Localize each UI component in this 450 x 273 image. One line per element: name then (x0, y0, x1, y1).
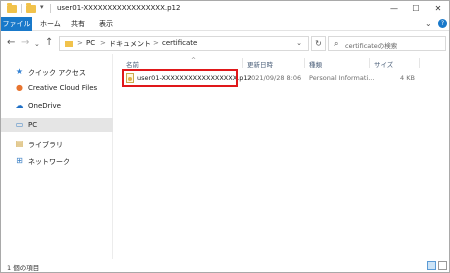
window-title: user01-XXXXXXXXXXXXXXXXX.p12 (57, 4, 181, 12)
up-button[interactable]: ↑ (45, 37, 53, 49)
status-bar: 1 個の項目 (1, 259, 449, 272)
navigation-bar: ← → ⌄ ↑ > PC > ドキュメント > certificate ⌄ ↻ … (1, 32, 449, 54)
item-count: 1 個の項目 (7, 264, 40, 272)
folder-app-icon[interactable] (7, 3, 17, 13)
title-separator (21, 4, 22, 13)
address-folder-icon (65, 41, 73, 47)
search-placeholder: certificateの検索 (345, 42, 398, 50)
explorer-window: ▾ user01-XXXXXXXXXXXXXXXXX.p12 — ☐ ✕ ファイ… (0, 0, 450, 273)
forward-button[interactable]: → (21, 37, 29, 49)
search-box[interactable]: ⌕ certificateの検索 (328, 36, 446, 51)
back-button[interactable]: ← (7, 37, 15, 49)
breadcrumb-pc[interactable]: PC (86, 39, 95, 47)
crumb-separator: > (77, 39, 83, 47)
column-header-type[interactable]: 種類 (309, 59, 322, 69)
sidebar-item-pc[interactable]: ▭ PC (1, 118, 113, 132)
large-icons-view-button[interactable] (438, 261, 447, 270)
quick-access-folder-icon[interactable] (26, 3, 36, 13)
column-header-size[interactable]: サイズ (374, 59, 393, 69)
title-separator (50, 4, 51, 13)
refresh-button[interactable]: ↻ (311, 36, 326, 51)
tab-file[interactable]: ファイル (1, 17, 32, 31)
sidebar-item-label: ネットワーク (28, 158, 70, 166)
breadcrumb-documents[interactable]: ドキュメント (109, 39, 151, 49)
column-header-name[interactable]: 名前 ^ (126, 57, 196, 69)
details-view-button[interactable] (427, 261, 436, 270)
library-icon: ▤ (15, 139, 24, 148)
column-header-label: 名前 (126, 61, 139, 69)
sort-ascending-icon: ^ (191, 57, 197, 64)
crumb-separator: > (153, 39, 159, 47)
crumb-separator: > (100, 39, 106, 47)
tab-view[interactable]: 表示 (99, 17, 113, 31)
file-row[interactable]: user01-XXXXXXXXXXXXXXXXX.p12 2021/09/28 … (114, 69, 449, 87)
file-type: Personal Informati... (309, 74, 375, 82)
help-icon[interactable]: ? (438, 19, 447, 28)
file-size: 4 KB (400, 74, 415, 82)
column-divider[interactable] (419, 58, 420, 68)
computer-icon: ▭ (15, 120, 24, 129)
sidebar-item-quick-access[interactable]: ★ クイック アクセス (1, 65, 113, 79)
sidebar-item-onedrive[interactable]: ☁ OneDrive (1, 99, 113, 113)
collapse-ribbon-icon[interactable]: ⌄ (425, 19, 432, 28)
column-divider[interactable] (304, 58, 305, 68)
search-icon: ⌕ (334, 39, 339, 48)
navigation-pane: ★ クイック アクセス ● Creative Cloud Files ☁ One… (1, 54, 113, 259)
sidebar-item-label: クイック アクセス (28, 69, 86, 77)
title-bar: ▾ user01-XXXXXXXXXXXXXXXXX.p12 — ☐ ✕ (1, 1, 449, 17)
column-divider[interactable] (369, 58, 370, 68)
maximize-button[interactable]: ☐ (405, 1, 427, 17)
sidebar-item-label: Creative Cloud Files (28, 84, 98, 92)
creative-cloud-icon: ● (16, 83, 23, 92)
sidebar-item-network[interactable]: ⊞ ネットワーク (1, 154, 113, 168)
minimize-button[interactable]: — (383, 1, 405, 17)
quick-access-dropdown-icon[interactable]: ▾ (40, 3, 44, 11)
breadcrumb-certificate[interactable]: certificate (162, 39, 197, 47)
sidebar-item-label: PC (28, 121, 38, 129)
column-header-modified[interactable]: 更新日時 (247, 59, 273, 69)
tab-share[interactable]: 共有 (71, 17, 85, 31)
sidebar-item-label: ライブラリ (28, 141, 63, 149)
column-divider[interactable] (242, 58, 243, 68)
close-button[interactable]: ✕ (427, 1, 449, 17)
address-bar[interactable]: > PC > ドキュメント > certificate ⌄ (59, 36, 309, 51)
network-icon: ⊞ (16, 156, 23, 165)
recent-locations-button[interactable]: ⌄ (34, 38, 40, 50)
star-icon: ★ (15, 67, 24, 76)
ribbon-tabs: ファイル ホーム 共有 表示 ⌄ ? (1, 17, 449, 31)
sidebar-item-label: OneDrive (28, 102, 61, 110)
sidebar-item-creative-cloud[interactable]: ● Creative Cloud Files (1, 81, 113, 95)
file-modified: 2021/09/28 8:06 (247, 74, 302, 82)
tab-home[interactable]: ホーム (40, 17, 61, 31)
file-list-pane: 名前 ^ 更新日時 種類 サイズ user01-XXXXXXXXXXXXXXXX… (114, 54, 449, 259)
sidebar-item-libraries[interactable]: ▤ ライブラリ (1, 137, 113, 151)
cloud-icon: ☁ (15, 101, 24, 110)
highlight-box (122, 69, 238, 87)
address-dropdown-icon[interactable]: ⌄ (296, 39, 302, 47)
